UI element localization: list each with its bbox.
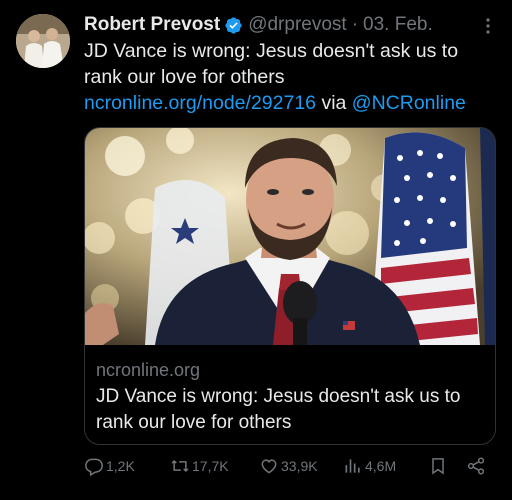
action-bar: 1,2K 17,7K 33,9K 4,6M bbox=[84, 456, 496, 480]
views-button[interactable]: 4,6M bbox=[343, 456, 396, 476]
header-separator: · bbox=[351, 14, 359, 35]
like-button[interactable]: 33,9K bbox=[259, 456, 318, 476]
reply-count: 1,2K bbox=[106, 458, 135, 474]
views-count: 4,6M bbox=[365, 458, 397, 474]
card-domain: ncronline.org bbox=[96, 360, 201, 380]
reply-icon bbox=[85, 458, 103, 476]
views-icon bbox=[345, 459, 360, 473]
tweet-text-main: JD Vance is wrong: Jesus doesn't ask us … bbox=[84, 40, 459, 88]
bookmark-icon bbox=[432, 458, 444, 475]
mention-link[interactable]: @NCRonline bbox=[352, 92, 466, 114]
repost-icon bbox=[171, 459, 189, 473]
reply-button[interactable]: 1,2K bbox=[84, 456, 135, 476]
avatar-image bbox=[16, 14, 70, 68]
tweet-link[interactable]: ncronline.org/node/292716 bbox=[84, 92, 316, 114]
like-icon bbox=[261, 459, 277, 474]
author-handle[interactable]: @drprevost bbox=[248, 14, 347, 36]
share-button[interactable] bbox=[466, 456, 488, 476]
verified-badge-icon bbox=[225, 16, 242, 34]
tweet-text-via: via bbox=[316, 92, 352, 114]
avatar[interactable] bbox=[16, 14, 70, 68]
link-card[interactable]: ncronline.org JD Vance is wrong: Jesus d… bbox=[84, 127, 496, 445]
share-icon bbox=[467, 457, 485, 475]
card-image bbox=[85, 128, 495, 345]
repost-button[interactable]: 17,7K bbox=[170, 456, 229, 476]
like-count: 33,9K bbox=[281, 458, 318, 474]
tweet-header: Robert Prevost @drprevost · 03. Feb. bbox=[84, 10, 492, 40]
tweet-text: JD Vance is wrong: Jesus doesn't ask us … bbox=[84, 38, 494, 116]
card-title: JD Vance is wrong: Jesus doesn't ask us … bbox=[96, 386, 461, 433]
tweet-date[interactable]: 03. Feb. bbox=[363, 14, 433, 36]
more-options-icon[interactable] bbox=[478, 16, 498, 36]
repost-count: 17,7K bbox=[192, 458, 229, 474]
bookmark-button[interactable] bbox=[428, 456, 450, 476]
author-name[interactable]: Robert Prevost bbox=[84, 14, 220, 36]
